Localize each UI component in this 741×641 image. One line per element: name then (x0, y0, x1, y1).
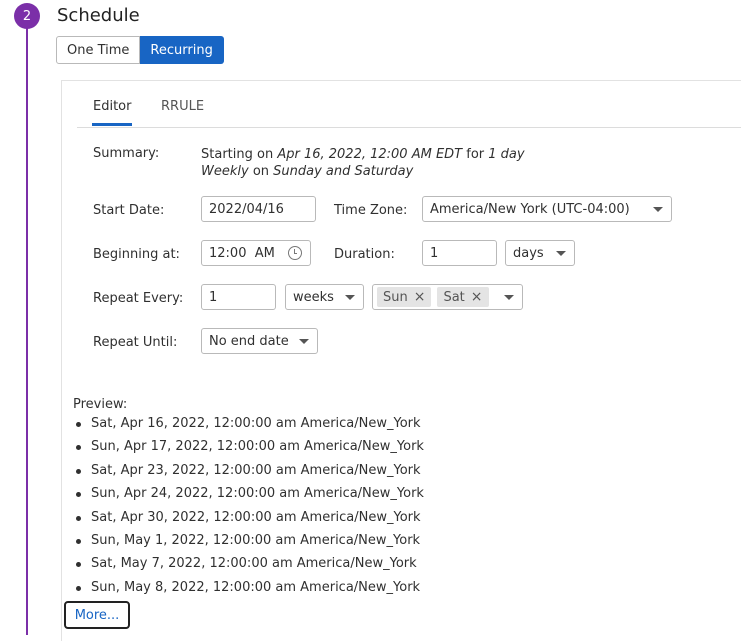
section-title: Schedule (57, 5, 140, 26)
beginning-at-time-input[interactable]: 12:00 AM (201, 240, 311, 266)
recurring-button[interactable]: Recurring (140, 36, 224, 64)
time-zone-value: America/New York (UTC-04:00) (430, 201, 630, 217)
chevron-down-icon (299, 339, 309, 344)
close-icon[interactable]: × (471, 289, 483, 305)
repeat-until-value: No end date (209, 333, 289, 349)
preview-label: Preview: (73, 397, 128, 412)
day-chip-label: Sun (383, 289, 408, 305)
chevron-down-icon (653, 207, 663, 212)
summary-label: Summary: (93, 146, 160, 161)
repeat-interval-input[interactable]: 1 (201, 284, 276, 310)
editor-tabs: Editor RRULE (77, 99, 741, 128)
repeat-until-label: Repeat Until: (93, 335, 178, 350)
duration-label: Duration: (334, 247, 395, 262)
list-item: Sat, Apr 30, 2022, 12:00:00 am America/N… (73, 506, 424, 529)
step-number-badge: 2 (14, 3, 40, 29)
beginning-at-label: Beginning at: (93, 247, 180, 262)
clock-icon[interactable] (288, 246, 302, 260)
duration-input[interactable]: 1 (422, 240, 497, 266)
list-item: Sat, May 7, 2022, 12:00:00 am America/Ne… (73, 552, 424, 575)
day-chip-sun: Sun × (377, 287, 432, 307)
one-time-button[interactable]: One Time (56, 36, 141, 64)
duration-unit-value: days (513, 245, 544, 261)
tab-editor[interactable]: Editor (91, 99, 133, 126)
list-item: Sun, Apr 17, 2022, 12:00:00 am America/N… (73, 435, 424, 458)
day-chip-sat: Sat × (437, 287, 489, 307)
repeat-unit-select[interactable]: weeks (285, 284, 364, 310)
tab-rrule[interactable]: RRULE (161, 99, 204, 126)
list-item: Sun, May 8, 2022, 12:00:00 am America/Ne… (73, 576, 424, 599)
day-chip-label: Sat (443, 289, 465, 305)
preview-list: Sat, Apr 16, 2022, 12:00:00 am America/N… (73, 412, 424, 599)
chevron-down-icon (556, 251, 566, 256)
repeat-unit-value: weeks (293, 289, 334, 305)
more-button[interactable]: More... (64, 601, 130, 629)
chevron-down-icon[interactable] (504, 295, 514, 300)
time-zone-select[interactable]: America/New York (UTC-04:00) (422, 196, 672, 222)
start-date-label: Start Date: (93, 203, 165, 218)
repeat-days-multiselect[interactable]: Sun × Sat × (372, 284, 523, 310)
list-item: Sat, Apr 16, 2022, 12:00:00 am America/N… (73, 412, 424, 435)
repeat-until-select[interactable]: No end date (201, 328, 318, 354)
duration-unit-select[interactable]: days (505, 240, 575, 266)
beginning-at-value: 12:00 AM (209, 245, 275, 261)
time-zone-label: Time Zone: (334, 203, 408, 218)
list-item: Sat, Apr 23, 2022, 12:00:00 am America/N… (73, 459, 424, 482)
summary-text: Starting on Apr 16, 2022, 12:00 AM EDT f… (201, 147, 525, 179)
start-date-input[interactable]: 2022/04/16 (201, 196, 316, 222)
list-item: Sun, May 1, 2022, 12:00:00 am America/Ne… (73, 529, 424, 552)
step-connector-line (26, 28, 28, 635)
close-icon[interactable]: × (414, 289, 426, 305)
schedule-type-toggle: One Time Recurring (56, 36, 224, 64)
chevron-down-icon (345, 295, 355, 300)
repeat-every-label: Repeat Every: (93, 291, 184, 306)
list-item: Sun, Apr 24, 2022, 12:00:00 am America/N… (73, 482, 424, 505)
